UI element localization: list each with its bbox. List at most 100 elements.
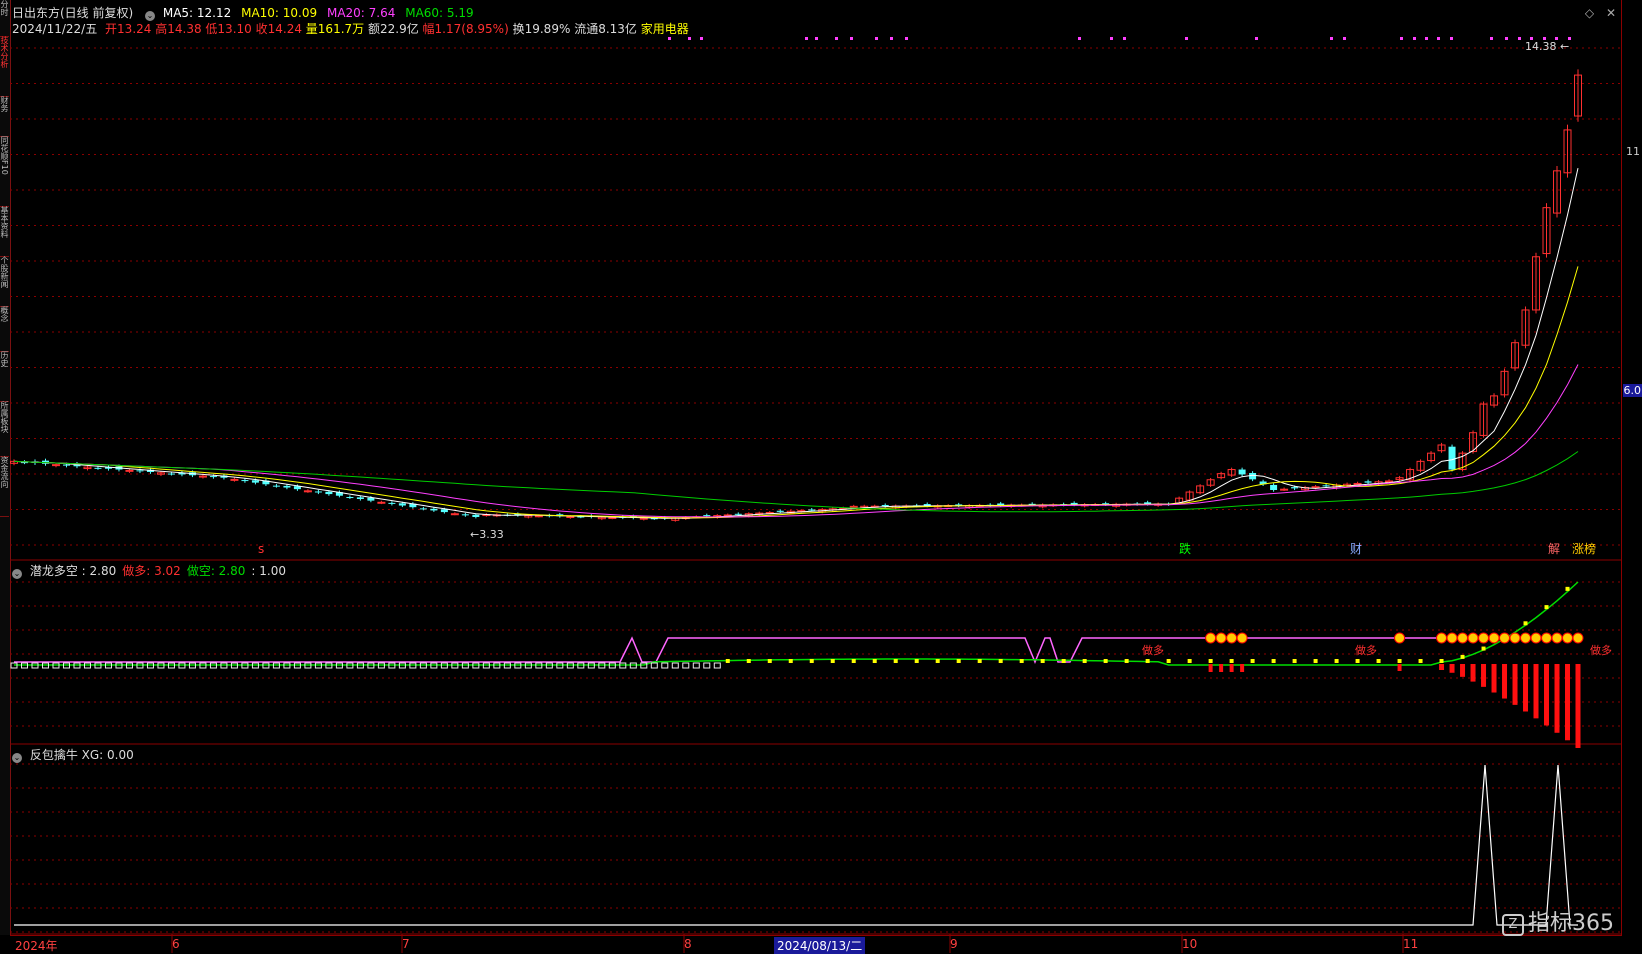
neg-bar xyxy=(1555,664,1560,733)
candle-body[interactable] xyxy=(1291,487,1298,488)
candle-body[interactable] xyxy=(52,465,59,466)
hist-bar xyxy=(704,663,710,668)
candle-body[interactable] xyxy=(735,514,742,515)
watermark: Z指标365 xyxy=(1502,905,1614,937)
marker-dot xyxy=(1110,37,1113,40)
sector-label[interactable]: 家用电器 xyxy=(641,22,689,36)
marker-dot xyxy=(1413,37,1416,40)
coin-icon xyxy=(1395,633,1405,643)
signal-dot xyxy=(1188,659,1192,663)
candle-body[interactable] xyxy=(94,468,101,469)
hist-bar xyxy=(672,663,678,668)
low-value: 低13.10 xyxy=(205,22,251,36)
candle-body[interactable] xyxy=(640,518,647,519)
candle-body[interactable] xyxy=(462,514,469,515)
indicator2-toggle-icon[interactable]: ⌄ xyxy=(12,753,22,763)
candle-body[interactable] xyxy=(136,470,143,471)
marker-dot xyxy=(805,37,808,40)
neg-bar xyxy=(1481,664,1486,687)
signal-dot xyxy=(999,659,1003,663)
candle-body[interactable] xyxy=(441,509,448,512)
candle-body[interactable] xyxy=(273,486,280,487)
indicator1-title: 潜龙多空 : 2.80 xyxy=(30,564,116,578)
candle-body[interactable] xyxy=(252,480,259,482)
ma10-label: MA10: 10.09 xyxy=(241,6,317,20)
candle-body[interactable] xyxy=(315,491,322,492)
marker-dot xyxy=(1518,37,1521,40)
candle-body[interactable] xyxy=(325,492,332,494)
candle-body[interactable] xyxy=(1239,470,1246,475)
marker-dot xyxy=(815,37,818,40)
candle-body[interactable] xyxy=(609,517,616,518)
time-label: 7 xyxy=(402,937,410,951)
candle-body[interactable] xyxy=(430,509,437,511)
chart-canvas[interactable]: 14.38 ←←3.33s跌财解涨榜 做多做多做多 xyxy=(0,0,1642,953)
candle-body[interactable] xyxy=(378,502,385,503)
signal-dot xyxy=(1020,659,1024,663)
stock-title: 日出东方(日线 前复权) xyxy=(12,6,133,20)
candle-body[interactable] xyxy=(304,491,311,492)
coin-icon xyxy=(1573,633,1583,643)
signal-dot xyxy=(1062,659,1066,663)
ma10-line xyxy=(14,266,1578,517)
candle-body[interactable] xyxy=(168,474,175,475)
marker-dot xyxy=(688,37,691,40)
candle-body[interactable] xyxy=(703,515,710,516)
candle-body[interactable] xyxy=(882,505,889,506)
candle-body[interactable] xyxy=(1354,483,1361,484)
neg-bar xyxy=(1544,664,1549,725)
candle-body[interactable] xyxy=(808,509,815,510)
marker-dot xyxy=(668,37,671,40)
candle-body[interactable] xyxy=(1270,485,1277,490)
candle-body[interactable] xyxy=(1449,447,1456,470)
signal-dot xyxy=(852,659,856,663)
xg-line xyxy=(14,765,1578,925)
candle-body[interactable] xyxy=(357,497,364,499)
candle-body[interactable] xyxy=(420,508,427,509)
candle-body[interactable] xyxy=(472,515,479,517)
candle-body[interactable] xyxy=(1281,489,1288,490)
candle-body[interactable] xyxy=(399,503,406,505)
open-value: 开13.24 xyxy=(105,22,151,36)
candle-body[interactable] xyxy=(1312,487,1319,488)
candle-body[interactable] xyxy=(126,470,133,471)
indicator2-title: 反包擒牛 XG: 0.00 xyxy=(30,748,134,762)
diamond-icon[interactable]: ◇ xyxy=(1585,6,1594,20)
candle-body[interactable] xyxy=(210,476,217,477)
coin-icon xyxy=(1479,633,1489,643)
candle-body[interactable] xyxy=(1365,481,1372,482)
candle-body[interactable] xyxy=(777,511,784,512)
signal-dot xyxy=(789,659,793,663)
ma5-label: MA5: 12.12 xyxy=(163,6,231,20)
marker-dot xyxy=(875,37,878,40)
marker-dot xyxy=(1450,37,1453,40)
close-icon[interactable]: ✕ xyxy=(1606,6,1616,20)
candle-body[interactable] xyxy=(451,514,458,515)
candle-body[interactable] xyxy=(283,486,290,488)
marker-dot xyxy=(1425,37,1428,40)
coin-icon xyxy=(1216,633,1226,643)
signal-dot xyxy=(1524,621,1528,625)
candle-body[interactable] xyxy=(63,465,70,466)
coin-icon xyxy=(1500,633,1510,643)
change-value: 幅1.17(8.95%) xyxy=(423,22,509,36)
candle-body[interactable] xyxy=(241,480,248,481)
marker-dot xyxy=(1490,37,1493,40)
indicator1-long: 做多: 3.02 xyxy=(122,564,181,578)
indicator1-toggle-icon[interactable]: ⌄ xyxy=(12,569,22,579)
signal-dot xyxy=(810,659,814,663)
candle-body[interactable] xyxy=(1249,473,1256,479)
time-label: 6 xyxy=(172,937,180,951)
signal-dot xyxy=(1314,659,1318,663)
candle-body[interactable] xyxy=(199,476,206,477)
signal-label: 做多 xyxy=(1355,643,1377,657)
signal-dot xyxy=(978,659,982,663)
candle-body[interactable] xyxy=(850,506,857,507)
candle-body[interactable] xyxy=(388,503,395,504)
candle-body[interactable] xyxy=(231,479,238,480)
candle-body[interactable] xyxy=(1323,485,1330,486)
candle-body[interactable] xyxy=(567,517,574,518)
marker-dot xyxy=(1505,37,1508,40)
candle-body[interactable] xyxy=(535,516,542,517)
candle-body[interactable] xyxy=(346,497,353,498)
